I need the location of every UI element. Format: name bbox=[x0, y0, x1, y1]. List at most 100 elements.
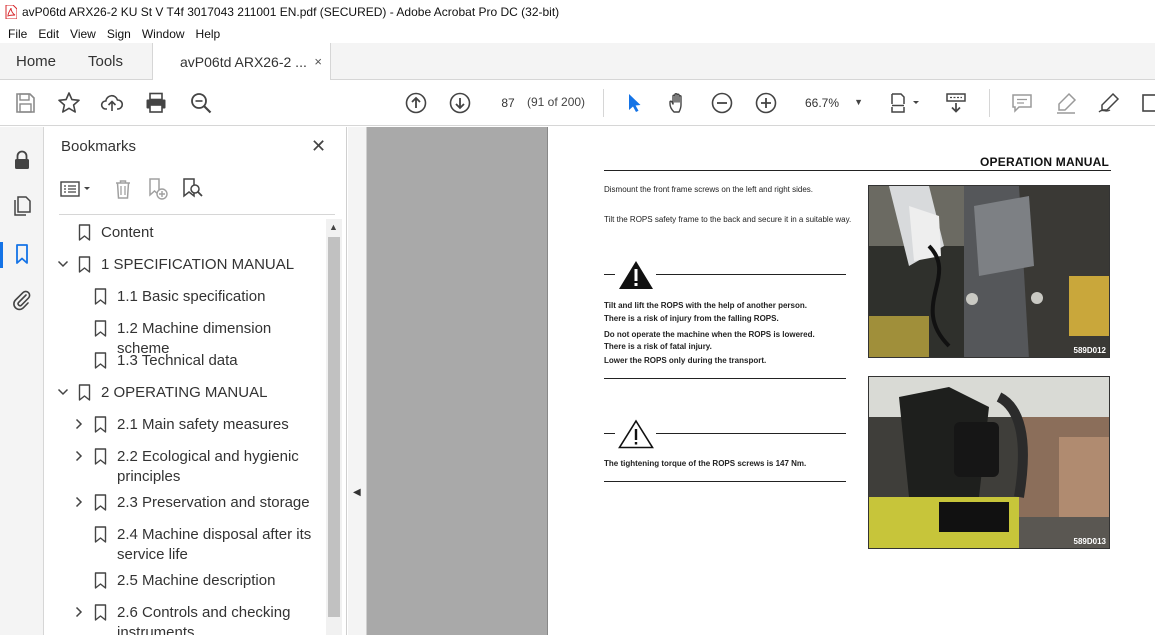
zoom-level-value: 66.7% bbox=[805, 96, 840, 110]
scrollbar-thumb[interactable] bbox=[328, 237, 340, 617]
document-viewport[interactable]: ◀ OPERATION MANUAL Dismount the front fr… bbox=[348, 127, 1155, 635]
comment-icon[interactable] bbox=[1010, 91, 1034, 115]
bookmark-label: Content bbox=[101, 224, 154, 241]
pages-thumbnail-icon[interactable] bbox=[11, 195, 33, 217]
window-title: avP06td ARX26-2 KU St V T4f 3017043 2110… bbox=[22, 5, 560, 19]
warning-line-1: Tilt and lift the ROPS with the help of … bbox=[604, 301, 807, 310]
chevron-down-icon[interactable] bbox=[57, 258, 69, 270]
chevron-right-icon[interactable] bbox=[73, 418, 85, 430]
attachment-paperclip-icon[interactable] bbox=[11, 289, 33, 311]
caution-rule-right bbox=[656, 433, 846, 434]
bookmark-icon[interactable] bbox=[11, 243, 33, 265]
delete-bookmark-icon[interactable] bbox=[111, 177, 135, 201]
bookmark-icon bbox=[94, 604, 107, 621]
bookmark-icon bbox=[94, 352, 107, 369]
bookmarks-divider bbox=[59, 214, 335, 215]
tab-document[interactable]: avP06td ARX26-2 ... × bbox=[152, 43, 331, 81]
tab-close-icon[interactable]: × bbox=[314, 54, 322, 69]
page-header: OPERATION MANUAL bbox=[980, 155, 1109, 169]
chevron-right-icon[interactable] bbox=[73, 496, 85, 508]
sign-pen-icon[interactable] bbox=[1097, 91, 1121, 115]
bookmark-options-icon[interactable] bbox=[59, 177, 95, 201]
previous-page-icon[interactable] bbox=[404, 91, 428, 115]
lock-icon[interactable] bbox=[11, 149, 33, 171]
chevron-down-icon[interactable] bbox=[57, 386, 69, 398]
bookmark-icon bbox=[78, 256, 91, 273]
panel-collapse-gutter[interactable]: ◀ bbox=[348, 127, 367, 635]
bookmark-label: 2.3 Preservation and storage bbox=[117, 494, 310, 511]
header-rule bbox=[604, 170, 1111, 171]
tab-bar: Home Tools avP06td ARX26-2 ... × bbox=[0, 43, 1155, 81]
bookmarks-panel: Bookmarks ✕ Content 1 SPECIFICATION MANUA… bbox=[45, 127, 347, 635]
photo-2-caption: 589D013 bbox=[1073, 537, 1106, 546]
zoom-out-icon[interactable] bbox=[710, 91, 734, 115]
photo-rops-tilted: 589D013 bbox=[868, 376, 1110, 549]
find-bookmark-icon[interactable] bbox=[180, 177, 204, 201]
menu-help[interactable]: Help bbox=[196, 27, 221, 41]
instruction-step-2: Tilt the ROPS safety frame to the back a… bbox=[604, 215, 852, 224]
page-number-input[interactable]: 87 bbox=[495, 90, 521, 116]
bookmarks-toolbar bbox=[59, 177, 339, 203]
bookmark-label: 1 SPECIFICATION MANUAL bbox=[101, 256, 295, 273]
new-bookmark-icon[interactable] bbox=[145, 177, 169, 201]
page-count-label: (91 of 200) bbox=[527, 95, 586, 109]
warning-end-rule bbox=[604, 378, 846, 379]
menu-file[interactable]: File bbox=[8, 27, 27, 41]
select-cursor-icon[interactable] bbox=[622, 91, 646, 115]
close-panel-icon[interactable]: ✕ bbox=[311, 136, 326, 157]
chevron-right-icon[interactable] bbox=[73, 450, 85, 462]
hand-tool-icon[interactable] bbox=[666, 91, 690, 115]
menu-sign[interactable]: Sign bbox=[107, 27, 131, 41]
zoom-level-select[interactable]: 66.7% ▼ bbox=[803, 91, 865, 115]
bookmark-item[interactable]: 2.4 Machine disposal after its service l… bbox=[45, 525, 327, 569]
instruction-step-1: Dismount the front frame screws on the l… bbox=[604, 185, 813, 194]
toolbar-divider bbox=[603, 89, 604, 117]
caution-rule-left bbox=[604, 433, 615, 434]
tab-document-label: avP06td ARX26-2 ... bbox=[180, 54, 307, 70]
scroll-mode-icon[interactable] bbox=[944, 91, 968, 115]
menu-view[interactable]: View bbox=[70, 27, 96, 41]
bookmark-item[interactable]: 2.6 Controls and checking instruments bbox=[45, 603, 327, 635]
tab-home[interactable]: Home bbox=[16, 43, 56, 80]
search-zoom-icon[interactable] bbox=[189, 91, 213, 115]
scroll-up-icon[interactable]: ▲ bbox=[329, 222, 338, 232]
active-panel-indicator bbox=[0, 242, 3, 268]
pdf-page: OPERATION MANUAL Dismount the front fram… bbox=[547, 127, 1155, 635]
bookmark-label: 2 OPERATING MANUAL bbox=[101, 384, 268, 401]
warning-line-4: There is a risk of fatal injury. bbox=[604, 342, 712, 351]
collapse-panel-icon[interactable]: ◀ bbox=[353, 487, 361, 498]
warning-line-2: There is a risk of injury from the falli… bbox=[604, 314, 779, 323]
warning-rule-right bbox=[656, 274, 846, 275]
chevron-down-icon: ▼ bbox=[854, 97, 863, 107]
bookmark-label: 2.1 Main safety measures bbox=[117, 416, 289, 433]
photo-1-caption: 589D012 bbox=[1073, 346, 1106, 355]
chevron-right-icon[interactable] bbox=[73, 606, 85, 618]
toolbar-divider bbox=[989, 89, 990, 117]
bookmark-icon bbox=[94, 320, 107, 337]
bookmark-label: 2.5 Machine description bbox=[117, 572, 276, 589]
print-icon[interactable] bbox=[144, 91, 168, 115]
caution-warning-icon bbox=[618, 419, 654, 449]
tab-tools[interactable]: Tools bbox=[88, 43, 123, 80]
more-tools-icon[interactable] bbox=[1140, 91, 1155, 115]
save-icon[interactable] bbox=[13, 91, 37, 115]
bookmark-label: 2.4 Machine disposal after its service l… bbox=[117, 526, 312, 563]
bookmark-icon bbox=[94, 416, 107, 433]
bookmark-tree: Content 1 SPECIFICATION MANUAL 1.1 Basic s… bbox=[45, 219, 327, 635]
caution-end-rule bbox=[604, 481, 846, 482]
bookmark-item[interactable]: 2.2 Ecological and hygienic principles bbox=[45, 447, 327, 491]
star-icon[interactable] bbox=[57, 91, 81, 115]
photo-rops-screws: 589D012 bbox=[868, 185, 1110, 358]
bookmarks-scrollbar[interactable]: ▲ bbox=[326, 219, 342, 635]
caution-text: The tightening torque of the ROPS screws… bbox=[604, 459, 807, 468]
menu-edit[interactable]: Edit bbox=[38, 27, 59, 41]
title-bar: avP06td ARX26-2 KU St V T4f 3017043 2110… bbox=[0, 0, 1155, 24]
menu-window[interactable]: Window bbox=[142, 27, 185, 41]
bookmark-icon bbox=[94, 494, 107, 511]
zoom-in-icon[interactable] bbox=[754, 91, 778, 115]
cloud-upload-icon[interactable] bbox=[100, 91, 124, 115]
navigation-rail bbox=[0, 127, 44, 635]
highlight-pen-icon[interactable] bbox=[1054, 91, 1078, 115]
next-page-icon[interactable] bbox=[448, 91, 472, 115]
page-view-icon[interactable] bbox=[889, 91, 923, 115]
